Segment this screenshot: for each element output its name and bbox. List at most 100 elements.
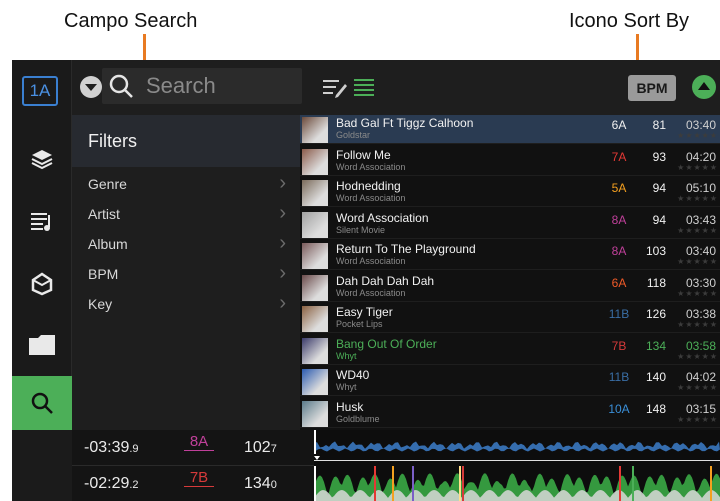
filter-album[interactable]: Album ›: [72, 229, 300, 259]
track-row[interactable]: Return To The Playground Word Association…: [300, 241, 720, 270]
sort-by-button[interactable]: BPM: [628, 75, 676, 101]
album-art: [302, 180, 328, 206]
track-title: Return To The Playground: [336, 242, 476, 256]
track-bpm: 103: [645, 244, 666, 258]
track-title: Follow Me: [336, 147, 391, 162]
track-row[interactable]: Bad Gal Ft Tiggz Calhoon Goldstar 6A 81 03:4…: [300, 115, 720, 144]
album-art: [302, 337, 328, 364]
chevron-right-icon: ›: [279, 262, 286, 284]
album-art: [302, 274, 328, 301]
track-time: 05:10: [685, 181, 716, 195]
filter-artist[interactable]: Artist ›: [72, 199, 300, 229]
deck-1-info: -03:39.9 8A 1027: [72, 430, 314, 466]
browser-toolbar: Search BPM: [72, 60, 720, 115]
filter-key[interactable]: Key ›: [72, 289, 300, 319]
track-artist: Goldstar: [336, 130, 371, 140]
track-time: 03:38: [685, 307, 716, 321]
track-row[interactable]: Word Association Silent Movie 8A 94 03:43 ★★★…: [300, 210, 720, 239]
track-title: Bang Out Of Order: [336, 336, 437, 351]
chevron-right-icon: ›: [279, 172, 286, 194]
filter-label: Key: [88, 296, 113, 312]
track-rating: ★★★★★: [677, 383, 718, 392]
edit-list-icon[interactable]: [322, 77, 348, 99]
album-art: [302, 211, 328, 238]
track-rating: ★★★★★: [677, 257, 718, 266]
deck-bpm: 1027: [244, 439, 277, 456]
track-bpm: 94: [652, 212, 666, 227]
track-bpm: 126: [645, 307, 666, 321]
track-row[interactable]: Follow Me Word Association 7A 93 04:20 ★★★★★: [300, 147, 720, 176]
album-art: [302, 148, 328, 175]
track-key: 5A: [611, 181, 627, 195]
track-time: 03:43: [685, 212, 716, 227]
deck-bpm: 1340: [244, 475, 277, 492]
album-art: [302, 306, 328, 332]
track-title: Easy Tiger: [336, 305, 393, 319]
filter-genre[interactable]: Genre ›: [72, 169, 300, 199]
deck-key: 8A: [184, 433, 214, 451]
track-bpm: 134: [645, 338, 666, 353]
track-time: 03:30: [685, 275, 716, 290]
left-rail: 1A: [12, 60, 72, 430]
folder-icon[interactable]: [12, 314, 72, 376]
deck-time: -03:39.9: [84, 439, 139, 456]
track-artist: Pocket Lips: [336, 319, 383, 329]
track-bpm: 140: [645, 370, 666, 384]
filters-header: Filters: [72, 115, 300, 167]
records-icon[interactable]: [12, 128, 72, 190]
track-row[interactable]: Easy Tiger Pocket Lips 11B 126 03:38 ★★★★★: [300, 304, 720, 333]
track-key: 8A: [611, 212, 627, 227]
track-bpm: 81: [652, 118, 666, 132]
album-art: [302, 400, 328, 427]
track-rating: ★★★★★: [677, 162, 718, 172]
search-rail-button[interactable]: [12, 376, 72, 430]
track-artist: Whyt: [336, 350, 357, 361]
track-row[interactable]: Dah Dah Dah Dah Word Association 6A 118 03:3…: [300, 273, 720, 302]
search-annotation-label: Campo Search: [64, 10, 198, 32]
track-title: Word Association: [336, 210, 429, 225]
track-bpm: 118: [646, 275, 666, 290]
sort-annotation-label: Icono Sort By: [569, 10, 690, 32]
track-rating: ★★★★★: [677, 225, 718, 235]
track-time: 04:02: [685, 370, 716, 384]
filter-label: Album: [88, 236, 128, 252]
scroll-up-icon[interactable]: [692, 75, 716, 99]
track-key: 11B: [608, 370, 630, 384]
filter-label: Genre: [88, 176, 127, 192]
track-artist: Word Association: [336, 193, 406, 203]
track-rating: ★★★★★: [677, 351, 718, 361]
track-row[interactable]: Bang Out Of Order Whyt 7B 134 03:58 ★★★★★: [300, 336, 720, 365]
search-input[interactable]: Search: [146, 73, 216, 99]
track-title: Hodnedding: [336, 179, 401, 193]
track-rating: ★★★★★: [677, 131, 718, 140]
deck-2-info: -02:29.2 7B 1340: [72, 466, 314, 501]
track-time: 03:58: [685, 338, 716, 353]
list-view-icon[interactable]: [354, 77, 374, 99]
track-artist: Goldblume: [336, 413, 380, 424]
track-key: 8A: [611, 244, 627, 258]
track-rating: ★★★★★: [677, 320, 718, 329]
filter-bpm[interactable]: BPM ›: [72, 259, 300, 289]
playlist-icon[interactable]: [12, 190, 72, 252]
track-key: 10A: [608, 401, 630, 416]
track-row[interactable]: Hodnedding Word Association 5A 94 05:10 ★★★★★: [300, 178, 720, 207]
track-row[interactable]: Husk Goldblume 10A 148 03:15 ★★★★★: [300, 399, 720, 428]
track-title: Husk: [336, 399, 364, 414]
waveform-overview[interactable]: [314, 430, 720, 501]
track-row[interactable]: WD40 Whyt 11B 140 04:02 ★★★★★: [300, 367, 720, 396]
deck-indicator[interactable]: 1A: [22, 76, 58, 106]
track-key: 11B: [608, 307, 630, 321]
device-screen: 1A Search BPM Filters Genre › Artist › A…: [12, 60, 720, 501]
chevron-right-icon: ›: [279, 202, 286, 224]
track-time: 03:15: [685, 401, 716, 416]
collapse-toggle-icon[interactable]: [80, 76, 102, 98]
track-artist: Word Association: [336, 161, 406, 172]
search-icon: [31, 392, 53, 414]
filter-label: Artist: [88, 206, 120, 222]
waveform-graphic: [314, 430, 720, 501]
track-title: WD40: [336, 368, 370, 382]
chevron-right-icon: ›: [279, 232, 286, 254]
album-art: [302, 369, 328, 395]
crates-icon[interactable]: [12, 252, 72, 314]
track-artist: Whyt: [336, 382, 357, 392]
